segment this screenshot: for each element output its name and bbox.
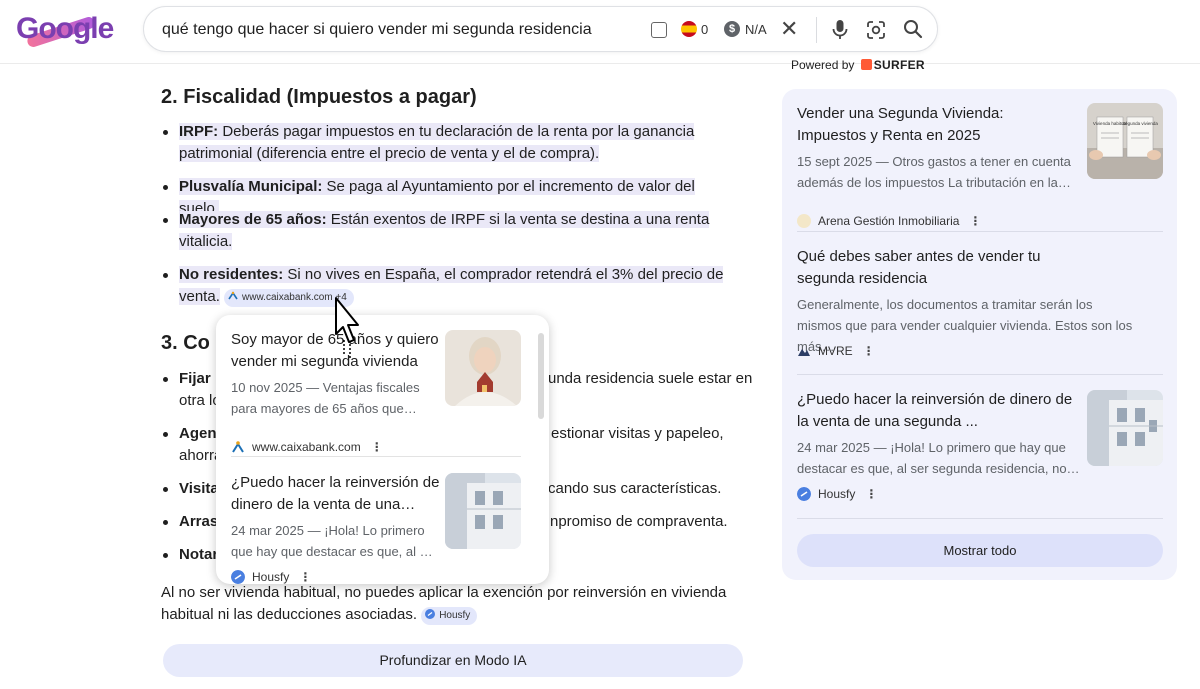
section-heading-3: 3. Co (161, 332, 210, 354)
extension-checkbox[interactable] (651, 22, 667, 38)
source-card-title[interactable]: ¿Puedo hacer la reinversión de dinero de… (797, 389, 1073, 433)
show-all-button[interactable]: Mostrar todo (797, 534, 1163, 567)
bullet-label: Fijar (179, 370, 211, 387)
list-item: No residentes: Si no vives en España, el… (163, 264, 734, 308)
bullet-text: npromiso de compraventa. (550, 513, 728, 530)
arena-logo-icon (797, 214, 811, 228)
source-name: Housfy (252, 570, 290, 584)
bullet-text: unda residencia suele estar en (548, 370, 753, 387)
search-icon[interactable] (902, 18, 924, 40)
source-name: www.caixabank.com (252, 440, 361, 454)
popup-card-source: Housfy ⋮ (231, 570, 311, 584)
more-options-icon[interactable]: ⋮ (969, 214, 981, 228)
more-options-icon[interactable]: ⋮ (863, 344, 875, 358)
source-name: Housfy (818, 487, 856, 501)
chip-text: Housfy (439, 610, 471, 621)
source-card-snippet: 15 sept 2025 — Otros gastos a tener en c… (797, 154, 1071, 190)
powered-by: Powered by SURFER (791, 58, 925, 72)
sources-panel: Vender una Segunda Vivienda: Impuestos y… (782, 89, 1177, 580)
divider (797, 231, 1163, 232)
divider (231, 456, 521, 457)
section-heading-fiscalidad: 2. Fiscalidad (Impuestos a pagar) (161, 86, 477, 108)
mvre-logo-icon (798, 349, 810, 356)
housfy-logo-icon (425, 609, 436, 619)
source-chip-housfy[interactable]: Housfy (421, 607, 478, 625)
closing-paragraph: Al no ser vivienda habitual, no puedes a… (161, 582, 741, 626)
spain-flag-icon (681, 21, 697, 37)
clear-search-icon[interactable]: ✕ (780, 16, 798, 42)
building-image (445, 473, 521, 549)
popup-scrollbar[interactable] (538, 333, 544, 419)
popup-source-card[interactable]: Soy mayor de 65 años y quiero vender mi … (231, 329, 526, 454)
popup-card-snippet: 10 nov 2025 — Ventajas fiscales para may… (231, 380, 420, 416)
bullet-label: IRPF: (179, 123, 219, 140)
divider (797, 374, 1163, 375)
source-card-title[interactable]: Vender una Segunda Vivienda: Impuestos y… (797, 103, 1073, 147)
source-card-source: Housfy ⋮ (797, 487, 877, 501)
surfer-logo-icon (860, 59, 872, 70)
popup-card-title[interactable]: ¿Puedo hacer la reinversión de dinero de… (231, 472, 441, 516)
bullet-text: Deberás pagar impuestos en tu declaració… (179, 123, 695, 162)
popup-thumbnail[interactable] (445, 473, 521, 549)
bullet-label: Arras (179, 513, 219, 530)
source-card-source: MVRE ⋮ (797, 344, 875, 358)
source-card-source: Arena Gestión Inmobiliaria ⋮ (797, 214, 981, 228)
bullet-label: Plusvalía Municipal: (179, 178, 323, 195)
thumb-label-right: Segunda vivienda (1122, 121, 1158, 126)
woman-house-image (445, 330, 521, 406)
more-options-icon[interactable]: ⋮ (299, 570, 311, 584)
popup-thumbnail[interactable] (445, 330, 521, 406)
logo-text: Google (16, 12, 114, 45)
source-thumbnail[interactable] (1087, 390, 1163, 466)
list-item: Mayores de 65 años: Están exentos de IRP… (163, 209, 734, 253)
powered-brand: SURFER (873, 58, 925, 72)
bullet-label: Notar (179, 546, 219, 563)
source-card[interactable]: Vender una Segunda Vivienda: Impuestos y… (797, 103, 1163, 228)
extension-count: 0 (701, 22, 709, 37)
extension-value: N/A (745, 22, 767, 37)
source-card-title[interactable]: Qué debes saber antes de vender tu segun… (797, 246, 1097, 290)
bullet-text: cando sus características. (548, 480, 722, 497)
citation-popup: Soy mayor de 65 años y quiero vender mi … (216, 315, 549, 584)
bullet-label: Agen (179, 425, 217, 442)
list-item: IRPF: Deberás pagar impuestos en tu decl… (163, 121, 734, 165)
housfy-logo-icon (797, 487, 811, 501)
source-card-snippet: 24 mar 2025 — ¡Hola! Lo primero que hay … (797, 440, 1080, 476)
dollar-icon: $ (724, 21, 740, 37)
header: Google qué tengo que hacer si quiero ven… (0, 0, 1200, 64)
source-thumbnail[interactable]: Vivienda habitual Segunda vivienda (1087, 103, 1163, 179)
search-divider (816, 17, 817, 43)
source-name: Arena Gestión Inmobiliaria (818, 214, 960, 228)
building-image (1087, 390, 1163, 466)
more-options-icon[interactable]: ⋮ (371, 440, 383, 454)
housfy-logo-icon (231, 570, 245, 584)
powered-by-text: Powered by (791, 58, 855, 72)
source-card[interactable]: ¿Puedo hacer la reinversión de dinero de… (797, 389, 1163, 509)
google-logo[interactable]: Google (16, 10, 114, 49)
popup-source-card[interactable]: ¿Puedo hacer la reinversión de dinero de… (231, 472, 526, 584)
dive-deeper-ai-mode-button[interactable]: Profundizar en Modo IA (163, 644, 743, 677)
bullet-text: estionar visitas y papeleo, (551, 425, 724, 442)
more-options-icon[interactable]: ⋮ (865, 487, 877, 501)
source-card[interactable]: Qué debes saber antes de vender tu segun… (797, 246, 1163, 358)
bullet-label: Mayores de 65 años: (179, 211, 327, 228)
google-lens-icon[interactable] (865, 19, 887, 41)
search-box[interactable]: qué tengo que hacer si quiero vender mi … (143, 6, 938, 52)
hand-cursor-icon (335, 297, 359, 358)
microphone-icon[interactable] (830, 19, 850, 41)
popup-card-snippet: 24 mar 2025 — ¡Hola! Lo primero que hay … (231, 523, 433, 559)
vivienda-comparison-image: Vivienda habitual Segunda vivienda (1087, 103, 1163, 179)
source-name: MVRE (818, 344, 853, 358)
divider (797, 518, 1163, 519)
caixabank-logo-icon (228, 291, 238, 300)
caixabank-logo-icon (232, 441, 244, 453)
bullet-label: No residentes: (179, 266, 284, 283)
search-input[interactable]: qué tengo que hacer si quiero vender mi … (162, 21, 592, 39)
popup-card-source: www.caixabank.com ⋮ (231, 440, 383, 454)
bullet-label: Visita (179, 480, 219, 497)
